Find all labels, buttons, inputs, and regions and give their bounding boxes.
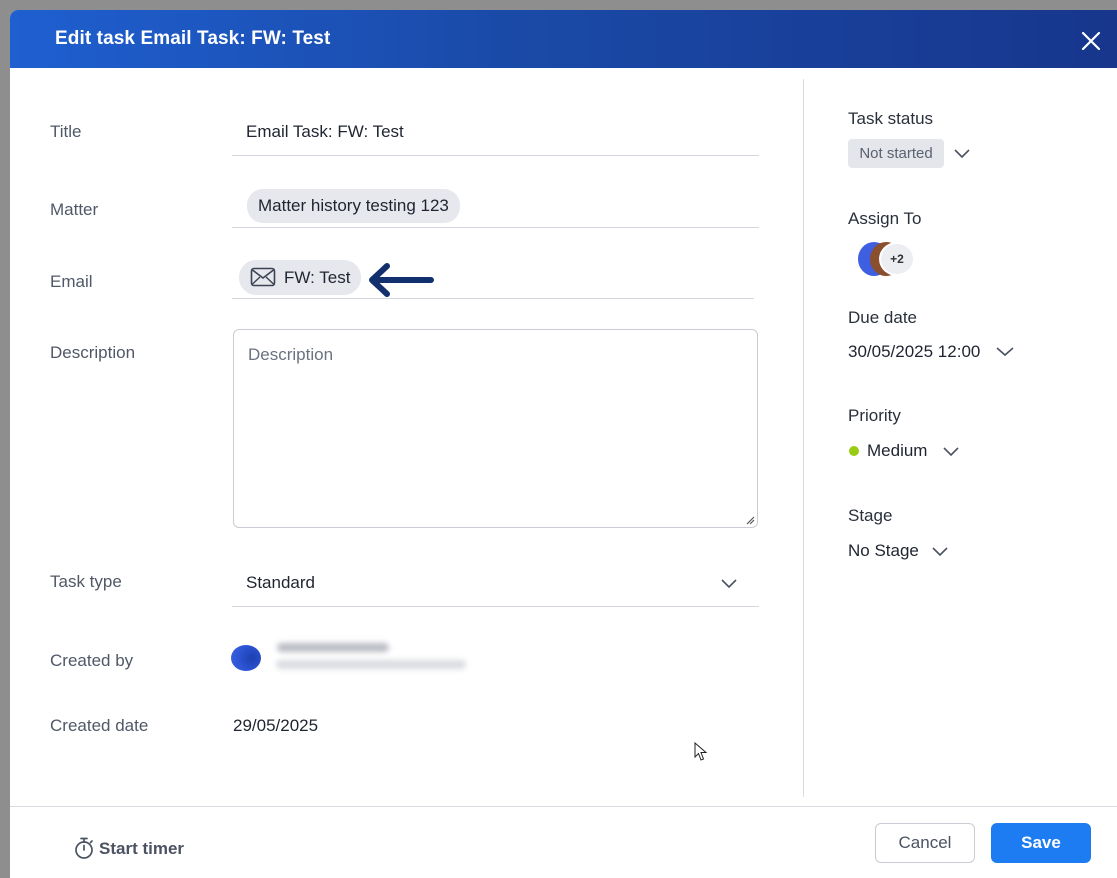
vertical-divider [803,79,804,797]
dialog-header: Edit task Email Task: FW: Test [10,10,1117,68]
created-by-email-blurred [276,660,466,669]
chevron-down-icon[interactable] [931,545,949,557]
stage-label: Stage [848,506,893,525]
assign-to-label: Assign To [848,209,922,228]
chevron-down-icon[interactable] [942,445,960,457]
task-type-label: Task type [50,572,122,591]
task-type-select[interactable]: Standard [246,573,315,593]
title-label: Title [50,122,82,141]
mail-icon [250,267,276,287]
email-chip-label: FW: Test [284,268,351,287]
task-type-underline [232,606,759,607]
task-status-badge[interactable]: Not started [848,139,944,168]
assignees-more-badge[interactable]: +2 [879,242,915,276]
matter-label: Matter [50,200,99,219]
mouse-cursor-icon [694,742,708,761]
avatar [231,645,261,671]
chevron-down-icon[interactable] [995,345,1015,357]
due-date-value[interactable]: 30/05/2025 12:00 [848,342,980,362]
cancel-button[interactable]: Cancel [875,823,975,863]
close-button[interactable] [1080,30,1102,52]
chevron-down-icon[interactable] [953,147,971,159]
task-status-label: Task status [848,109,934,128]
due-date-label: Due date [848,308,917,327]
email-label: Email [50,272,93,291]
matter-underline [232,227,759,228]
priority-dot [849,446,859,456]
stopwatch-icon [75,837,93,859]
created-date-label: Created date [50,716,149,735]
resize-grip-icon[interactable] [745,515,755,525]
priority-value[interactable]: Medium [867,441,927,461]
chevron-down-icon[interactable] [720,577,738,589]
email-chip[interactable]: FW: Test [239,260,361,295]
created-by-name-blurred [277,643,389,652]
close-icon [1081,31,1101,51]
left-arrow-icon [369,263,434,297]
footer-divider [10,806,1117,807]
dialog-title: Edit task Email Task: FW: Test [55,28,331,49]
email-underline [232,298,754,299]
edit-task-dialog: Edit task Email Task: FW: Test Title Ema… [10,10,1117,878]
priority-label: Priority [848,406,901,425]
title-underline [232,155,759,156]
stage-value[interactable]: No Stage [848,541,919,561]
created-by-label: Created by [50,651,134,670]
start-timer-label: Start timer [99,839,185,858]
created-date-value: 29/05/2025 [233,716,319,735]
description-label: Description [50,343,136,362]
title-input[interactable]: Email Task: FW: Test [246,122,404,142]
description-placeholder: Description [248,345,334,364]
save-button[interactable]: Save [991,823,1091,863]
description-textarea[interactable]: Description [233,329,758,528]
matter-chip[interactable]: Matter history testing 123 [247,189,460,223]
